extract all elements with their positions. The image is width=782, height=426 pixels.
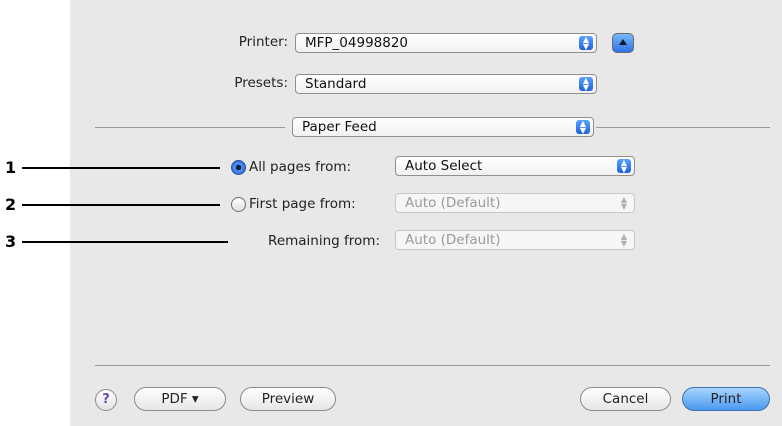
all-pages-value: Auto Select bbox=[405, 158, 483, 174]
up-down-arrows-icon: ▲ ▼ bbox=[579, 36, 593, 51]
callout-2: 2 bbox=[5, 195, 17, 214]
up-down-arrows-icon: ▲ ▼ bbox=[620, 195, 628, 211]
footer-separator bbox=[95, 365, 770, 366]
callout-3-line bbox=[22, 241, 228, 243]
up-down-arrows-icon: ▲ ▼ bbox=[576, 120, 590, 135]
remaining-popup[interactable]: Auto (Default) ▲ ▼ bbox=[395, 230, 635, 250]
printer-value: MFP_04998820 bbox=[305, 35, 409, 51]
first-page-popup[interactable]: Auto (Default) ▲ ▼ bbox=[395, 193, 635, 213]
callout-1-line bbox=[22, 167, 220, 169]
all-pages-popup[interactable]: Auto Select ▲ ▼ bbox=[395, 156, 635, 176]
callout-2-line bbox=[22, 204, 220, 206]
printer-label: Printer: bbox=[238, 34, 288, 50]
all-pages-radio[interactable] bbox=[231, 160, 246, 175]
printer-popup[interactable]: MFP_04998820 ▲ ▼ bbox=[295, 33, 597, 53]
callout-3: 3 bbox=[5, 232, 17, 251]
preview-button[interactable]: Preview bbox=[240, 387, 336, 411]
print-button[interactable]: Print bbox=[682, 387, 770, 411]
first-page-label: First page from: bbox=[249, 196, 356, 212]
first-page-radio[interactable] bbox=[231, 197, 246, 212]
presets-popup[interactable]: Standard ▲ ▼ bbox=[295, 74, 597, 94]
help-icon[interactable]: ? bbox=[95, 389, 117, 411]
up-down-arrows-icon: ▲ ▼ bbox=[579, 77, 593, 92]
panel-popup[interactable]: Paper Feed ▲ ▼ bbox=[292, 117, 594, 137]
cancel-button[interactable]: Cancel bbox=[580, 387, 671, 411]
panel-value: Paper Feed bbox=[302, 119, 377, 135]
first-page-value: Auto (Default) bbox=[405, 195, 501, 211]
remaining-label: Remaining from: bbox=[268, 233, 380, 249]
print-dialog bbox=[70, 0, 782, 426]
separator-right bbox=[596, 127, 770, 128]
separator-left bbox=[95, 127, 285, 128]
up-down-arrows-icon: ▲ ▼ bbox=[617, 159, 631, 174]
remaining-value: Auto (Default) bbox=[405, 232, 501, 248]
presets-value: Standard bbox=[305, 76, 367, 92]
up-down-arrows-icon: ▲ ▼ bbox=[620, 232, 628, 248]
pdf-button[interactable]: PDF ▾ bbox=[134, 387, 226, 411]
eject-icon[interactable] bbox=[612, 33, 634, 53]
presets-label: Presets: bbox=[234, 75, 288, 91]
all-pages-label: All pages from: bbox=[249, 159, 352, 175]
callout-1: 1 bbox=[5, 158, 17, 177]
